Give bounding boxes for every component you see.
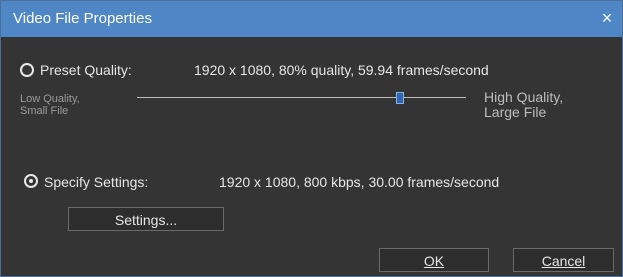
specify-settings-label: Specify Settings: <box>44 174 149 190</box>
specify-settings-radio[interactable] <box>24 174 38 188</box>
low-quality-label: Low Quality, Small File <box>20 93 80 117</box>
ok-button-label: OK <box>423 253 445 269</box>
cancel-button[interactable]: Cancel <box>513 248 614 272</box>
settings-button[interactable]: Settings... <box>68 207 224 231</box>
cancel-button-label: Cancel <box>541 253 586 269</box>
preset-quality-radio[interactable] <box>20 63 34 77</box>
high-quality-label: High Quality, Large File <box>484 89 564 120</box>
dialog-title: Video File Properties <box>13 10 152 27</box>
preset-quality-label: Preset Quality: <box>40 62 132 78</box>
quality-slider-track[interactable] <box>137 97 466 98</box>
video-file-properties-dialog: Video File Properties × Preset Quality: … <box>0 0 623 277</box>
preset-quality-value: 1920 x 1080, 80% quality, 59.94 frames/s… <box>194 62 489 78</box>
title-bar: Video File Properties × <box>1 1 622 37</box>
specify-settings-value: 1920 x 1080, 800 kbps, 30.00 frames/seco… <box>219 174 500 190</box>
close-icon[interactable]: × <box>596 7 618 29</box>
settings-button-label: Settings... <box>114 212 178 228</box>
quality-slider-thumb[interactable] <box>396 92 405 104</box>
ok-button[interactable]: OK <box>379 248 489 272</box>
